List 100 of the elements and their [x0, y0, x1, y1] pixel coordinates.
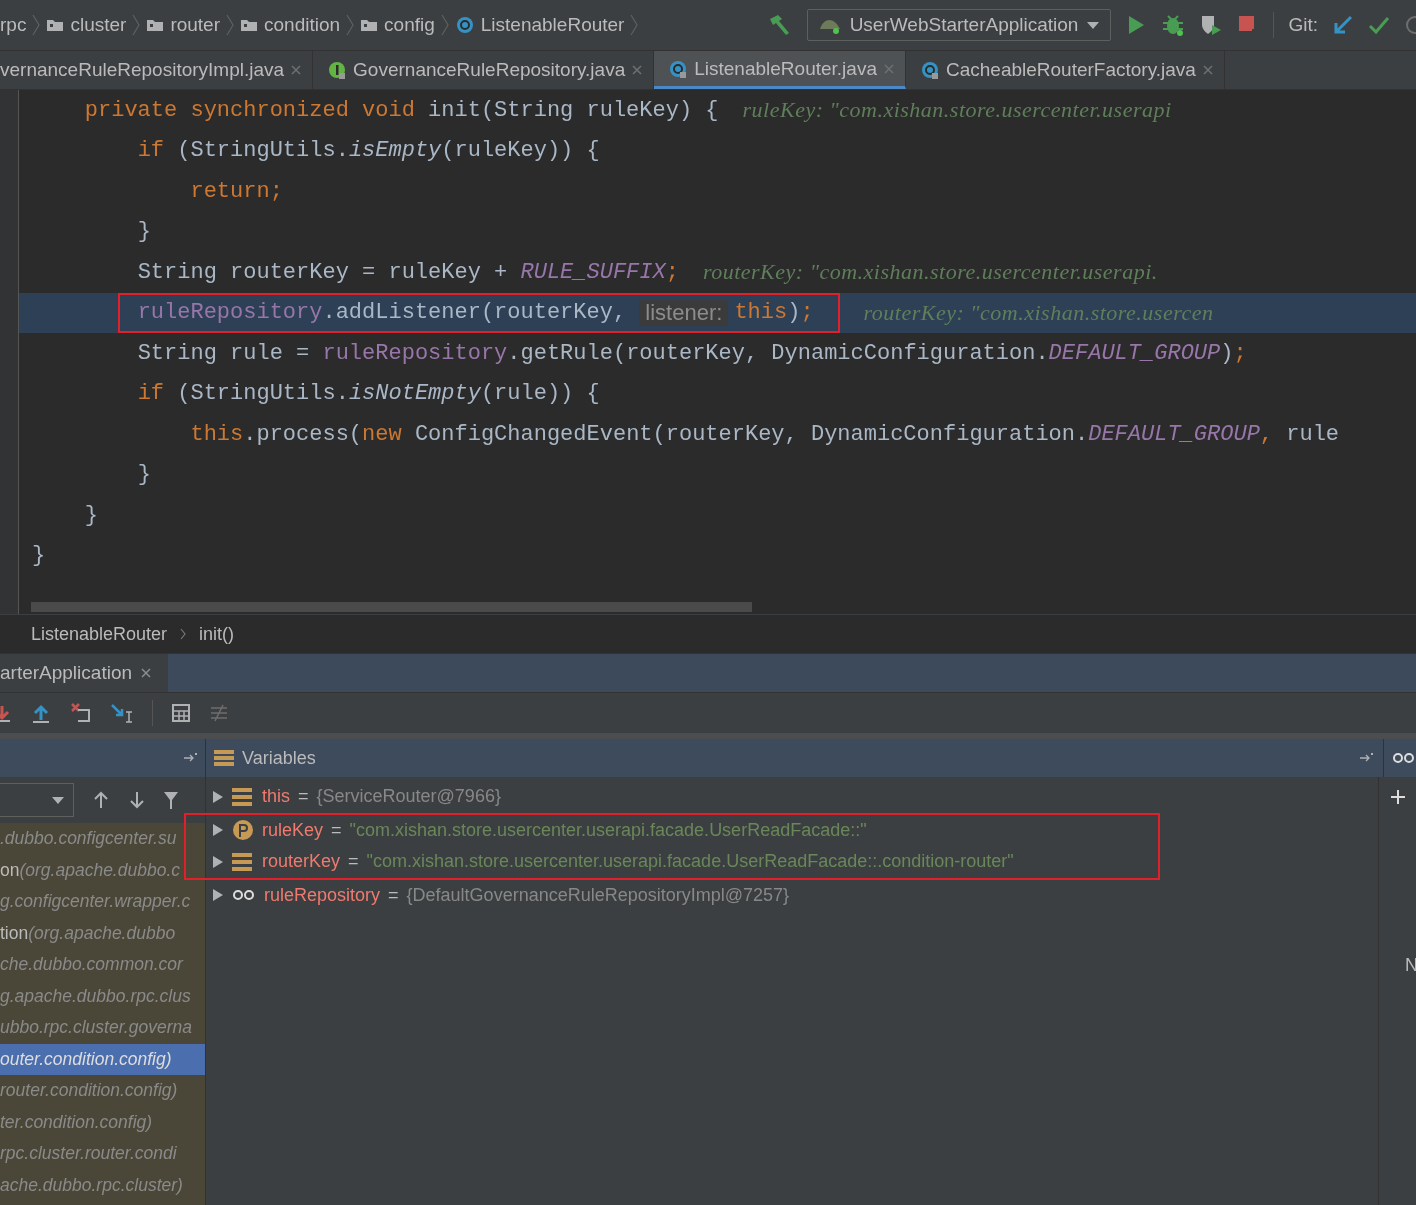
expand-arrow-icon[interactable] [212, 789, 224, 804]
run-config-dropdown[interactable]: UserWebStarterApplication [806, 9, 1112, 41]
expand-arrow-icon[interactable] [212, 888, 224, 903]
drop-frame-icon[interactable] [70, 702, 92, 724]
keyword-text: new [362, 421, 403, 447]
update-arrow-icon[interactable] [1332, 14, 1354, 36]
variable-value: {DefaultGovernanceRuleRepositoryImpl@7257} [406, 884, 790, 906]
close-icon[interactable] [290, 64, 303, 76]
editor-tab[interactable]: CacheableRouterFactory.java [905, 51, 1225, 89]
keyword-text: if [137, 381, 165, 407]
breadcrumb-item[interactable]: init() [199, 623, 235, 645]
code-text: String routerKey = ruleKey + [137, 259, 509, 285]
clock-icon[interactable] [1404, 14, 1416, 36]
code-text: .addListener(routerKey, [322, 300, 628, 326]
calculator-icon[interactable] [171, 703, 191, 723]
constant-text: DEFAULT_GROUP [1048, 340, 1221, 366]
parameter-icon [232, 819, 254, 842]
breadcrumb-item[interactable]: router [170, 14, 220, 36]
editor-tab[interactable]: vernanceRuleRepositoryImpl.java [0, 51, 314, 89]
bug-icon[interactable] [1161, 13, 1186, 37]
run-to-cursor-icon[interactable] [110, 702, 134, 724]
horizontal-scrollbar[interactable] [31, 602, 752, 612]
pin-icon[interactable] [183, 752, 199, 764]
chevron-icon [630, 14, 639, 36]
code-text: .getRule(routerKey, DynamicConfiguration. [507, 340, 1049, 366]
variable-name: this [262, 786, 290, 808]
stack-frame[interactable]: tion(org.apache.dubbo [0, 917, 205, 949]
chevron-icon [132, 14, 141, 36]
method-text: isEmpty [348, 138, 442, 164]
close-icon[interactable] [140, 667, 153, 679]
add-icon[interactable] [1389, 789, 1406, 805]
folder-icon [46, 18, 65, 32]
chevron-icon [346, 14, 355, 36]
pin-icon[interactable] [1359, 752, 1375, 764]
method-text: isNotEmpty [348, 381, 481, 407]
code-text: (rule)) { [480, 381, 600, 407]
folder-icon [360, 18, 379, 32]
code-text: rule [1285, 421, 1340, 447]
stack-frame[interactable]: outer.condition.config) [0, 1043, 205, 1075]
breadcrumb-item[interactable]: ListenableRouter [31, 623, 168, 645]
keyword-text: if [137, 138, 165, 164]
keyword-text: ; [665, 259, 679, 285]
code-text: init(String ruleKey) { [428, 97, 719, 123]
chevron-icon [226, 14, 234, 36]
equals-sign: = [388, 884, 399, 906]
stack-frame[interactable]: on(org.apache.dubbo.c [0, 854, 205, 886]
breadcrumb-item[interactable]: ListenableRouter [480, 14, 625, 36]
chevron-icon [179, 627, 188, 641]
check-icon[interactable] [1368, 14, 1390, 36]
code-text: (ruleKey)) { [441, 138, 600, 164]
caret-icon [1086, 20, 1101, 30]
chevron-icon [32, 14, 41, 36]
variable-name: ruleKey [262, 819, 324, 841]
class-icon [454, 15, 475, 35]
variable-value: {ServiceRouter@7966} [316, 786, 501, 808]
inline-value: routerKey: "com.xishan.store.usercen [863, 299, 1214, 326]
field-text: ruleRepository [137, 300, 323, 326]
equals-sign: = [348, 851, 359, 873]
code-text: } [32, 543, 46, 569]
variable-value: "com.xishan.store.usercenter.userapi.facade.UserReadFacade::.condition-router" [366, 851, 1014, 873]
keyword-text: this [734, 300, 788, 326]
folder-icon [146, 18, 165, 32]
step-out-icon[interactable] [30, 702, 52, 724]
constant-text: DEFAULT_GROUP [1088, 421, 1260, 447]
class-file-icon [919, 60, 940, 80]
field-text: ruleRepository [322, 340, 508, 366]
close-icon[interactable] [631, 64, 644, 76]
git-label: Git: [1288, 14, 1318, 36]
code-text: ConfigChangedEvent(routerKey, DynamicConfiguration. [414, 421, 1089, 447]
breadcrumb-item[interactable]: rpc [0, 14, 27, 36]
keyword-text: , [1259, 421, 1274, 447]
code-text: String rule = [137, 340, 311, 366]
field-icon [232, 851, 254, 872]
editor-tab[interactable]: ListenableRouter.java [654, 51, 906, 89]
expand-arrow-icon[interactable] [212, 823, 224, 838]
breadcrumb-item[interactable]: cluster [70, 14, 127, 36]
keyword-text: private synchronized void [84, 97, 416, 123]
close-icon[interactable] [1201, 64, 1214, 76]
caret-icon [51, 795, 65, 805]
equals-sign: = [298, 786, 309, 808]
debug-session-tab[interactable]: arterApplication [0, 654, 169, 692]
breadcrumb-item[interactable]: config [384, 14, 435, 36]
chevron-icon [440, 14, 449, 36]
keyword-text: ; [800, 300, 814, 326]
glasses-icon [1392, 752, 1416, 764]
variable-name: ruleRepository [264, 884, 381, 906]
interface-file-icon [327, 60, 348, 80]
constant-text: RULE_SUFFIX [520, 259, 666, 285]
keyword-text: ; [1233, 340, 1247, 366]
filter-icon[interactable] [164, 790, 178, 810]
panel-title: Variables [242, 747, 316, 769]
code-text: } [84, 502, 98, 528]
glasses-icon [232, 889, 256, 902]
down-arrow-icon[interactable] [128, 790, 146, 810]
code-text: } [137, 462, 151, 488]
up-arrow-icon[interactable] [92, 790, 110, 810]
code-text: ) [1220, 340, 1234, 366]
breadcrumb-item[interactable]: condition [264, 14, 341, 36]
equals-sign: = [331, 819, 342, 841]
expand-arrow-icon[interactable] [212, 854, 224, 869]
